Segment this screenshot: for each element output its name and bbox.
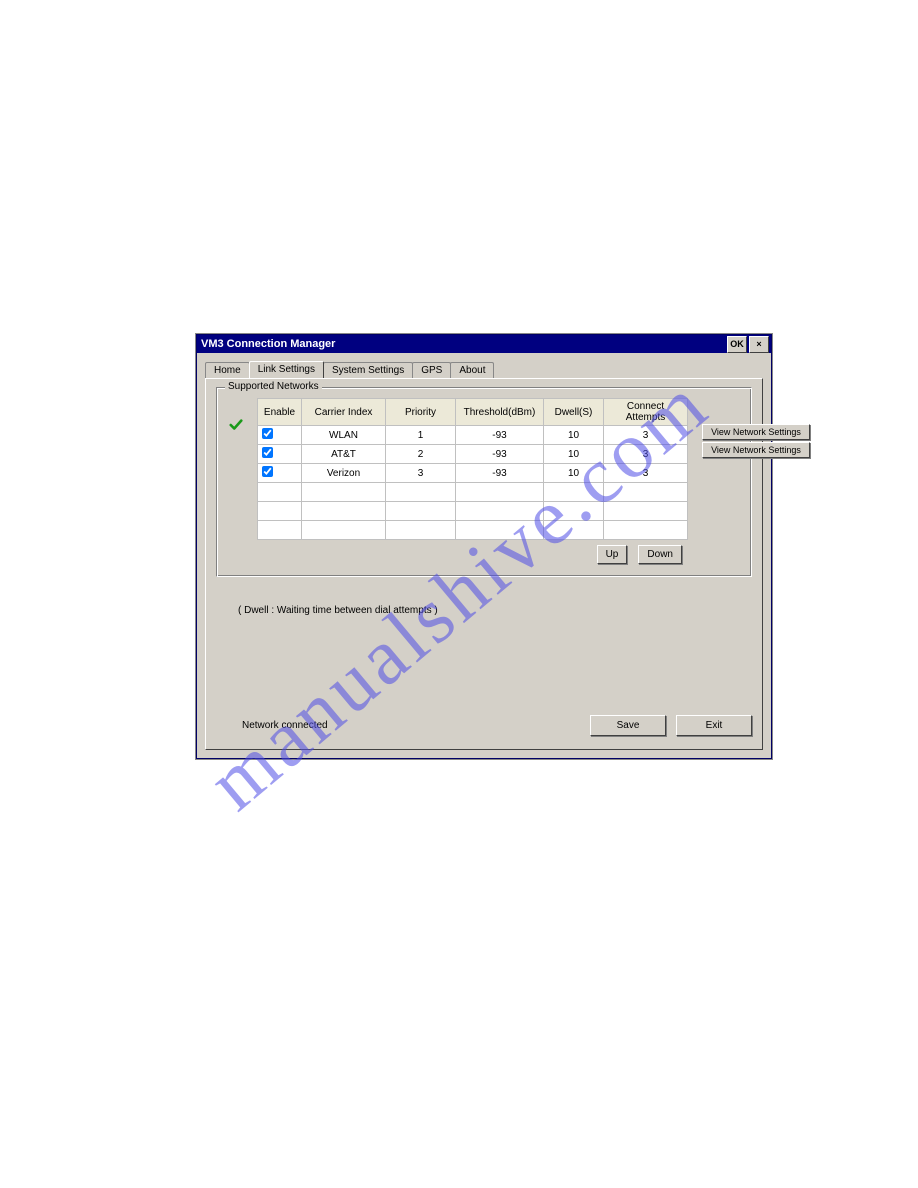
enable-checkbox[interactable] — [262, 466, 273, 477]
side-button-column: View Network Settings View Network Setti… — [702, 398, 810, 458]
window-titlebar: VM3 Connection Manager OK × — [197, 335, 771, 353]
cell-carrier: AT&T — [302, 445, 386, 464]
supported-networks-group: Supported Networks — [216, 387, 752, 577]
networks-table: Enable Carrier Index Priority Threshold(… — [257, 398, 688, 540]
dwell-hint: ( Dwell : Waiting time between dial atte… — [216, 577, 752, 616]
enable-checkbox[interactable] — [262, 428, 273, 439]
tab-home[interactable]: Home — [205, 362, 250, 379]
cell-threshold: -93 — [456, 426, 544, 445]
group-title: Supported Networks — [225, 381, 322, 392]
tab-content: Supported Networks — [205, 378, 763, 750]
table-row[interactable] — [258, 521, 688, 540]
tab-system-settings[interactable]: System Settings — [323, 362, 413, 379]
save-button[interactable]: Save — [590, 715, 666, 736]
row-indicator-column — [229, 398, 243, 432]
check-icon — [229, 418, 243, 432]
col-enable[interactable]: Enable — [258, 399, 302, 426]
cell-attempts: 3 — [604, 426, 688, 445]
cell-dwell: 10 — [544, 445, 604, 464]
view-network-settings-button-1[interactable]: View Network Settings — [702, 424, 810, 440]
table-row[interactable]: Verizon 3 -93 10 3 — [258, 464, 688, 483]
cell-dwell: 10 — [544, 464, 604, 483]
col-attempts[interactable]: Connect Attempts — [604, 399, 688, 426]
tab-gps[interactable]: GPS — [412, 362, 451, 379]
connection-status: Network connected — [216, 720, 580, 731]
tab-link-settings[interactable]: Link Settings — [249, 361, 324, 378]
col-dwell[interactable]: Dwell(S) — [544, 399, 604, 426]
view-network-settings-button-2[interactable]: View Network Settings — [702, 442, 810, 458]
enable-checkbox[interactable] — [262, 447, 273, 458]
window-footer: Network connected Save Exit — [206, 707, 762, 749]
up-button[interactable]: Up — [597, 545, 628, 564]
table-row[interactable]: WLAN 1 -93 10 3 — [258, 426, 688, 445]
ok-button[interactable]: OK — [727, 336, 747, 353]
tab-bar: Home Link Settings System Settings GPS A… — [197, 353, 771, 378]
cell-carrier: WLAN — [302, 426, 386, 445]
close-button[interactable]: × — [749, 336, 769, 353]
cell-attempts: 3 — [604, 464, 688, 483]
table-header-row: Enable Carrier Index Priority Threshold(… — [258, 399, 688, 426]
cell-threshold: -93 — [456, 464, 544, 483]
cell-carrier: Verizon — [302, 464, 386, 483]
cell-priority: 2 — [386, 445, 456, 464]
col-carrier[interactable]: Carrier Index — [302, 399, 386, 426]
cell-threshold: -93 — [456, 445, 544, 464]
window-title: VM3 Connection Manager — [201, 335, 725, 353]
app-window: VM3 Connection Manager OK × Home Link Se… — [196, 334, 772, 759]
cell-dwell: 10 — [544, 426, 604, 445]
col-priority[interactable]: Priority — [386, 399, 456, 426]
cell-attempts: 3 — [604, 445, 688, 464]
table-row[interactable] — [258, 483, 688, 502]
down-button[interactable]: Down — [638, 545, 682, 564]
reorder-buttons: Up Down — [257, 540, 688, 564]
exit-button[interactable]: Exit — [676, 715, 752, 736]
table-row[interactable]: AT&T 2 -93 10 3 — [258, 445, 688, 464]
tab-about[interactable]: About — [450, 362, 494, 379]
col-threshold[interactable]: Threshold(dBm) — [456, 399, 544, 426]
cell-priority: 1 — [386, 426, 456, 445]
cell-priority: 3 — [386, 464, 456, 483]
table-row[interactable] — [258, 502, 688, 521]
